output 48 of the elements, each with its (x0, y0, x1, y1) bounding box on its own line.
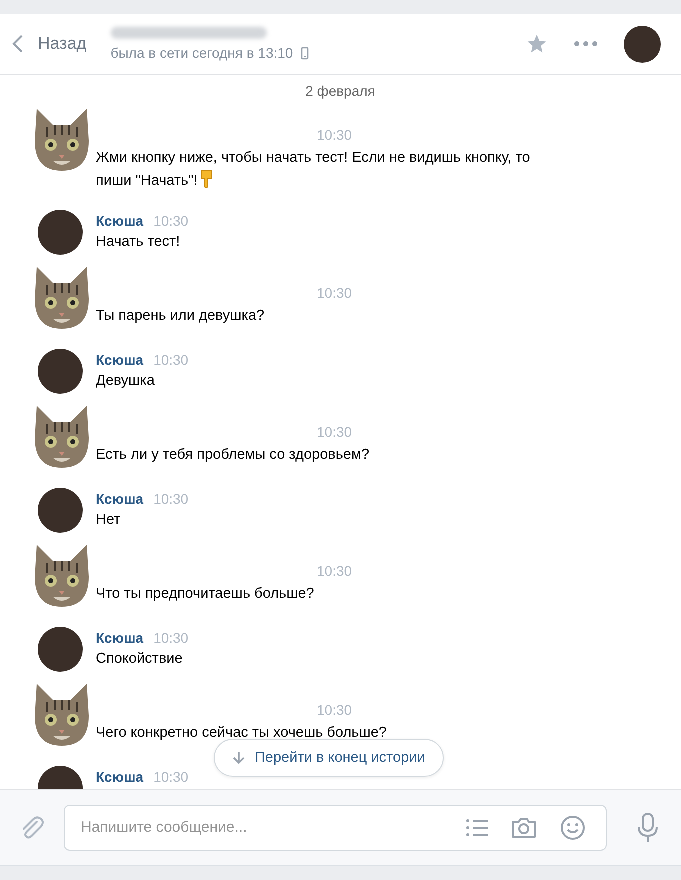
cat-avatar-icon (33, 682, 91, 748)
message-input[interactable]: Напишите сообщение... (79, 818, 444, 837)
cat-avatar-icon (33, 107, 91, 173)
message-time: 10:30 (154, 352, 189, 368)
back-link[interactable]: Назад (12, 34, 87, 54)
avatar-photo[interactable] (624, 26, 661, 62)
sender-name[interactable]: Ксюша (96, 769, 144, 785)
message-time: 10:30 (154, 491, 189, 507)
jump-to-end-button[interactable]: Перейти в конец истории (214, 739, 444, 777)
message-time: 10:30 (154, 213, 189, 229)
message-text: Жми кнопку ниже, чтобы начать тест! Если не видишь кнопку, то пиши "Начать"! (96, 149, 532, 191)
online-status: была в сети сегодня в 13:10 (110, 45, 294, 61)
sender-name[interactable]: Ксюша (96, 352, 144, 368)
message-text: Девушка (96, 372, 156, 391)
cat-avatar-icon (33, 265, 91, 331)
sender-name[interactable]: Ксюша (96, 630, 144, 646)
sender-name[interactable]: Ксюша (96, 213, 144, 229)
message-text: Начать тест! (96, 233, 182, 252)
message-text: Что ты предпочитаешь больше? (96, 585, 316, 604)
more-icon[interactable] (574, 41, 598, 47)
cat-avatar-icon (33, 404, 91, 470)
message-text: Ты парень или девушка? (96, 307, 266, 326)
avatar-photo[interactable] (38, 210, 83, 255)
message-field[interactable]: Напишите сообщение... (64, 804, 607, 850)
message-time: 10:30 (154, 769, 189, 785)
message-text: Нет (96, 511, 122, 530)
message-time: 10:30 (317, 127, 354, 143)
microphone-icon[interactable] (637, 812, 659, 842)
message-time: 10:30 (317, 424, 354, 440)
smile-icon[interactable] (560, 814, 586, 840)
cat-avatar-icon (33, 543, 91, 609)
phone-icon (301, 46, 310, 60)
message-time: 10:30 (317, 702, 354, 718)
message-text: Есть ли у тебя проблемы со здоровьем? (96, 446, 370, 465)
avatar-photo[interactable] (38, 627, 83, 672)
avatar-photo[interactable] (38, 488, 83, 533)
message-time: 10:30 (317, 563, 352, 579)
sender-name[interactable]: Ксюша (96, 491, 144, 507)
star-icon[interactable] (526, 33, 548, 55)
message-time: 10:30 (317, 285, 352, 301)
date-separator: 2 февраля (304, 82, 376, 101)
message-text: Спокойствие (96, 650, 184, 669)
camera-icon[interactable] (510, 816, 538, 840)
message-time: 10:30 (154, 630, 189, 646)
chevron-left-icon (12, 34, 24, 54)
avatar-photo[interactable] (38, 349, 83, 394)
arrow-down-icon (233, 751, 245, 765)
list-icon[interactable] (466, 818, 488, 836)
